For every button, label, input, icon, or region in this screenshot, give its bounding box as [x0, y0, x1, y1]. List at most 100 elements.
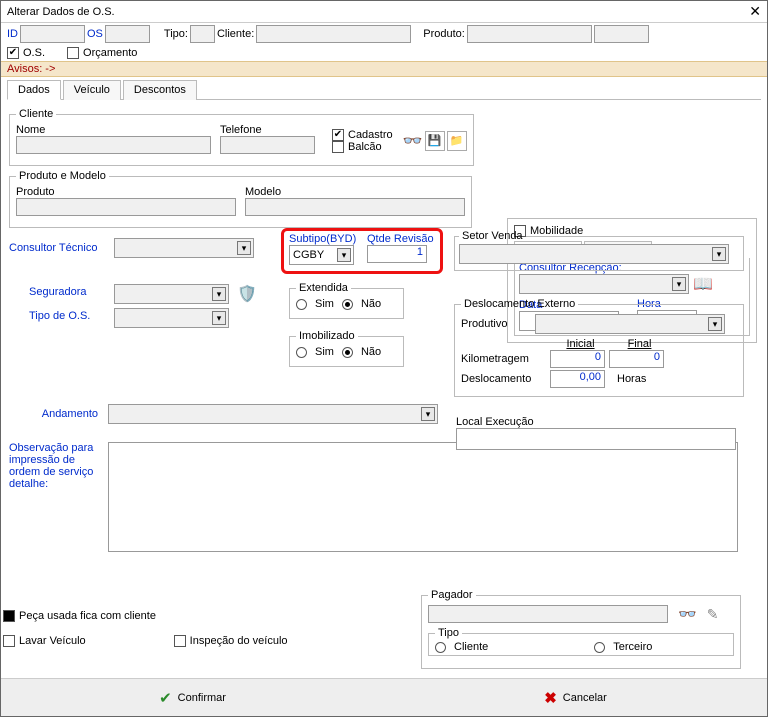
cancelar-button[interactable]: ✖ Cancelar	[534, 685, 617, 711]
km-final[interactable]: 0	[609, 350, 664, 368]
desl-label: Deslocamento	[461, 373, 546, 385]
tipo-os-label: Tipo de O.S.	[29, 310, 90, 322]
cancelar-label: Cancelar	[563, 692, 607, 704]
avisos-bar: Avisos: ->	[1, 61, 767, 77]
lavar-label: Lavar Veículo	[19, 635, 86, 647]
window-titlebar: Alterar Dados de O.S. ✕	[1, 1, 767, 23]
cadastro-checkbox[interactable]	[332, 129, 344, 141]
main-tabs: Dados Veículo Descontos	[7, 79, 761, 100]
produto-label2: Produto	[16, 186, 241, 198]
x-icon: ✖	[544, 689, 557, 707]
os-label: OS	[87, 28, 103, 40]
lavar-checkbox[interactable]	[3, 635, 15, 647]
id-label: ID	[7, 28, 18, 40]
balcao-label: Balcão	[348, 141, 382, 153]
produto-field3[interactable]	[16, 198, 236, 216]
produto-legend: Produto e Modelo	[16, 170, 109, 182]
peca-label: Peça usada fica com cliente	[19, 610, 156, 622]
obs-textarea[interactable]	[108, 442, 738, 552]
insp-checkbox[interactable]	[174, 635, 186, 647]
balcao-checkbox[interactable]	[332, 141, 344, 153]
os-field[interactable]	[105, 25, 150, 43]
tab-dados[interactable]: Dados	[7, 80, 61, 100]
glasses-icon[interactable]: 👓	[403, 131, 423, 151]
id-field[interactable]	[20, 25, 85, 43]
tab-descontos[interactable]: Descontos	[123, 80, 197, 100]
pag-cliente-radio[interactable]	[435, 642, 446, 653]
km-label: Kilometragem	[461, 353, 546, 365]
modelo-label: Modelo	[245, 186, 465, 198]
local-exec-field[interactable]	[456, 428, 736, 450]
tab-content: Cliente Nome Telefone Cadastro Balcão 👓 …	[1, 100, 767, 556]
seguradora-combo[interactable]: ▾	[114, 284, 229, 304]
produto-label: Produto:	[423, 28, 465, 40]
consultor-tecnico-label: Consultor Técnico	[9, 242, 97, 254]
cadastro-label: Cadastro	[348, 129, 393, 141]
save-icon[interactable]: 💾	[425, 131, 445, 151]
tipo-os-combo[interactable]: ▾	[114, 308, 229, 328]
qtde-label: Qtde Revisão	[367, 233, 434, 245]
km-inicial[interactable]: 0	[550, 350, 605, 368]
orc-chk-label: Orçamento	[83, 47, 137, 59]
imob-nao-radio[interactable]	[342, 347, 353, 358]
pagador-tipo-group: Tipo Cliente Terceiro	[428, 627, 734, 656]
desl-value[interactable]: 0,00	[550, 370, 605, 388]
pagador-tipo-legend: Tipo	[435, 627, 462, 639]
window-title: Alterar Dados de O.S.	[7, 6, 115, 18]
subtipo-label: Subtipo(BYD)	[289, 233, 356, 245]
insp-label: Inspeção do veículo	[190, 635, 288, 647]
telefone-label: Telefone	[220, 124, 320, 136]
pagador-field[interactable]	[428, 605, 668, 623]
nome-label: Nome	[16, 124, 216, 136]
ext-nao-radio[interactable]	[342, 299, 353, 310]
andamento-label: Andamento	[9, 408, 104, 420]
andamento-combo[interactable]: ▾	[108, 404, 438, 424]
eraser-icon[interactable]: ✎	[707, 606, 719, 623]
imobilizado-legend: Imobilizado	[296, 330, 358, 342]
qtde-field[interactable]: 1	[367, 245, 427, 263]
local-exec-label: Local Execução	[456, 416, 746, 428]
subtipo-value: CGBY	[293, 249, 324, 261]
imob-sim-radio[interactable]	[296, 347, 307, 358]
close-icon[interactable]: ✕	[749, 3, 761, 20]
check-icon: ✔	[159, 689, 172, 707]
lavar-row: Lavar Veículo Inspeção do veículo	[3, 635, 288, 647]
folder-icon[interactable]: 📁	[447, 131, 467, 151]
modelo-field[interactable]	[245, 198, 465, 216]
cliente-field[interactable]	[256, 25, 411, 43]
produtivo-combo[interactable]: ▾	[535, 314, 725, 334]
subtipo-combo[interactable]: CGBY▾	[289, 245, 354, 265]
ext-sim-radio[interactable]	[296, 299, 307, 310]
desloc-group: Deslocamento Externo Produtivo ▾ Inicial…	[454, 298, 744, 397]
pag-terceiro-radio[interactable]	[594, 642, 605, 653]
cliente-label: Cliente:	[217, 28, 254, 40]
glasses-icon-2[interactable]: 👓	[678, 605, 697, 623]
nome-field[interactable]	[16, 136, 211, 154]
button-bar: ✔ Confirmar ✖ Cancelar	[1, 678, 767, 716]
inicial-header: Inicial	[553, 338, 608, 350]
local-exec-wrap: Local Execução	[456, 416, 746, 453]
seguradora-label: Seguradora	[29, 286, 87, 298]
confirmar-button[interactable]: ✔ Confirmar	[149, 685, 236, 711]
setor-group: Setor Venda ▾	[454, 230, 744, 271]
pagador-legend: Pagador	[428, 589, 476, 601]
consultor-tecnico-combo[interactable]: ▾	[114, 238, 254, 258]
setor-legend: Setor Venda	[459, 230, 526, 242]
shield-icon[interactable]: 🛡️	[237, 284, 257, 304]
telefone-field[interactable]	[220, 136, 315, 154]
tipo-label: Tipo:	[164, 28, 188, 40]
cliente-legend: Cliente	[16, 108, 56, 120]
orcamento-checkbox[interactable]	[67, 47, 79, 59]
tipo-field[interactable]	[190, 25, 215, 43]
imobilizado-group: Imobilizado Sim Não	[289, 330, 404, 367]
produto-field2[interactable]	[594, 25, 649, 43]
os-chk-label: O.S.	[23, 47, 45, 59]
os-checkbox[interactable]	[7, 47, 19, 59]
peca-checkbox[interactable]	[3, 610, 15, 622]
tab-veiculo[interactable]: Veículo	[63, 80, 121, 100]
confirmar-label: Confirmar	[178, 692, 226, 704]
cliente-group: Cliente Nome Telefone Cadastro Balcão 👓 …	[9, 108, 474, 166]
setor-combo[interactable]: ▾	[459, 244, 729, 264]
peca-row: Peça usada fica com cliente	[3, 610, 156, 622]
produto-field[interactable]	[467, 25, 592, 43]
